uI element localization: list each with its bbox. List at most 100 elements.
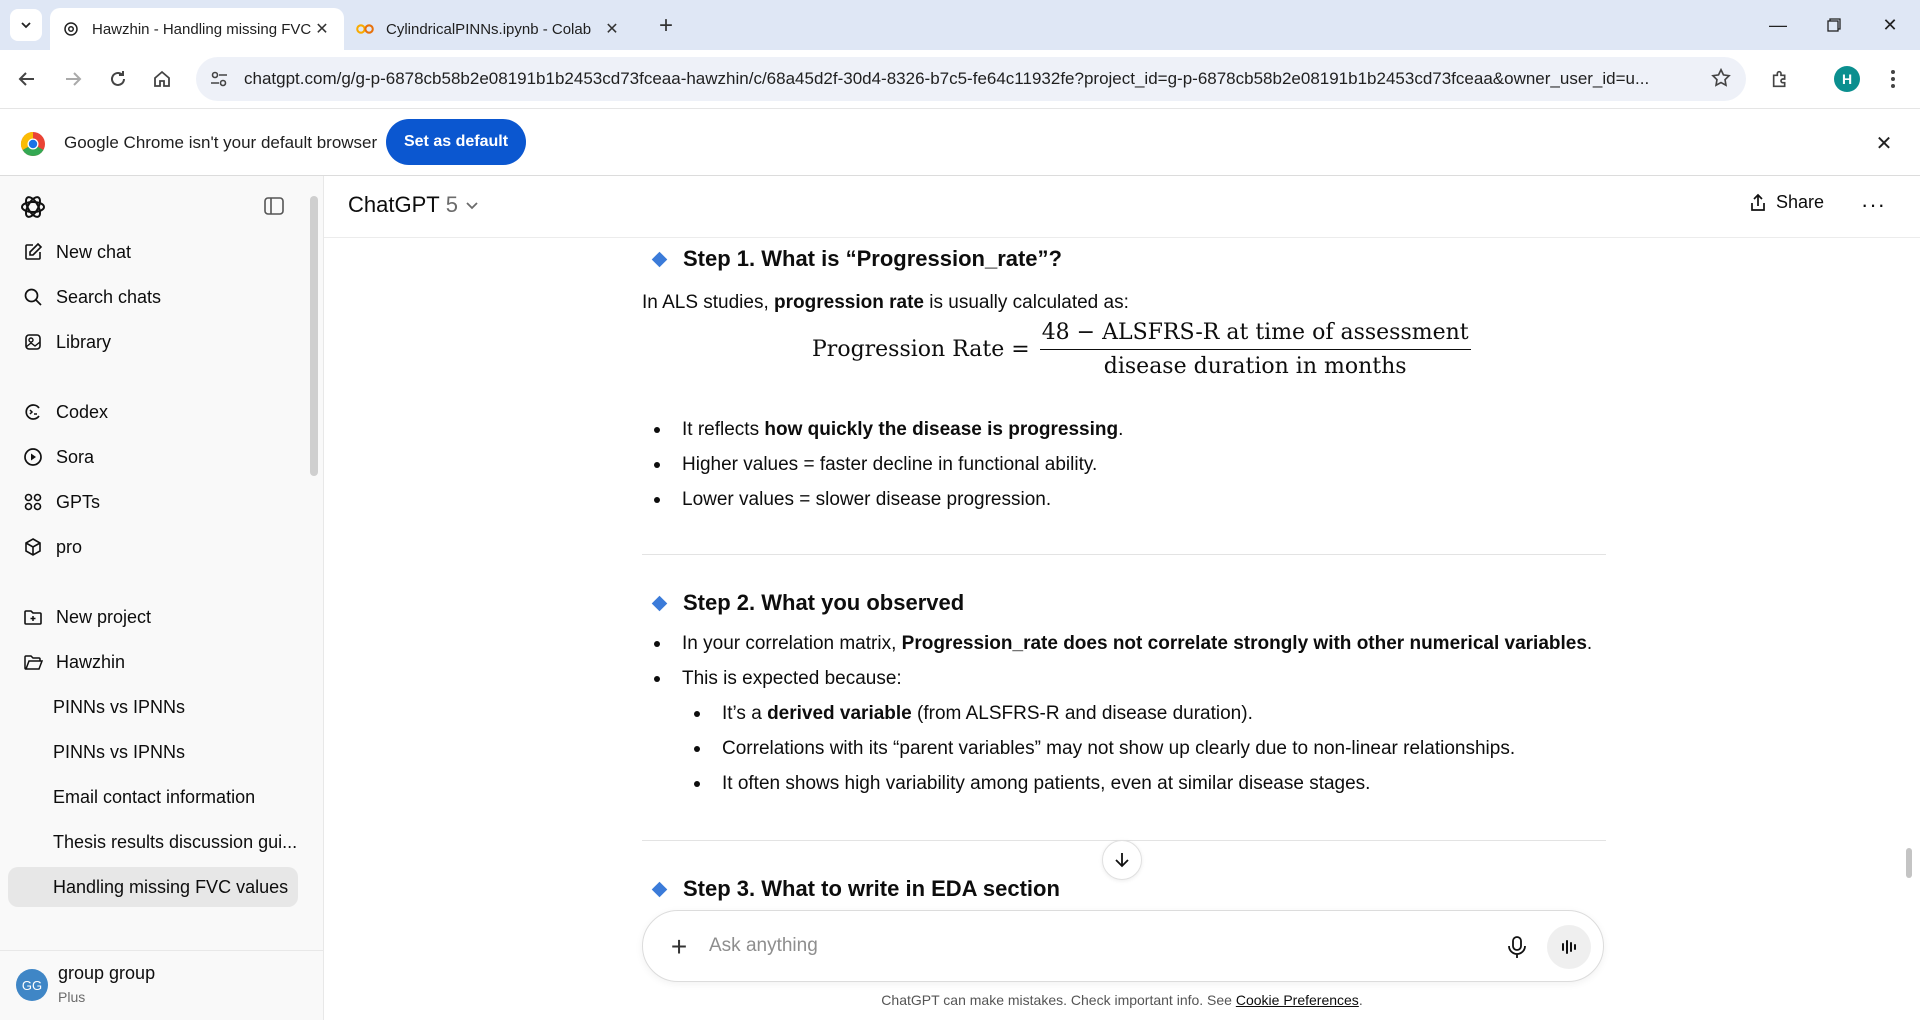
cube-icon: [22, 536, 44, 558]
diamond-bullet-icon: [651, 881, 668, 897]
list-item: It reflects how quickly the disease is p…: [642, 412, 1123, 447]
user-plan: Plus: [58, 989, 86, 1005]
close-icon[interactable]: ✕: [602, 19, 622, 39]
address-bar[interactable]: chatgpt.com/g/g-p-6878cb58b2e08191b1b245…: [196, 57, 1746, 101]
chat-item[interactable]: PINNs vs IPNNs: [8, 732, 298, 772]
extensions-button[interactable]: [1766, 64, 1796, 94]
model-selector[interactable]: ChatGPT 5: [348, 192, 480, 218]
model-version: 5: [445, 192, 458, 217]
edit-icon: [22, 241, 44, 263]
chat-item-label: Handling missing FVC values: [53, 876, 289, 897]
profile-avatar[interactable]: H: [1834, 66, 1860, 92]
sora-icon: [22, 446, 44, 468]
disclaimer-end: .: [1358, 992, 1363, 1008]
sidebar-item-search-chats[interactable]: Search chats: [8, 277, 298, 317]
sidebar-item-new-project[interactable]: New project: [8, 597, 298, 637]
list-item: Lower values = slower disease progressio…: [642, 482, 1123, 517]
chat-item[interactable]: Email contact information: [8, 777, 298, 817]
restore-icon[interactable]: [1814, 10, 1854, 40]
library-icon: [22, 331, 44, 353]
sidebar-scrollbar[interactable]: [310, 196, 318, 476]
chat-item[interactable]: Thesis results discussion gui...: [8, 822, 298, 862]
chat-item-selected[interactable]: Handling missing FVC values: [8, 867, 298, 907]
openai-logo-icon[interactable]: [18, 192, 48, 222]
list-item: It often shows high variability among pa…: [642, 766, 1592, 801]
fraction-denominator: disease duration in months: [1103, 354, 1407, 379]
infobar-message: Google Chrome isn't your default browser: [64, 133, 378, 152]
list-item: It’s a derived variable (from ALSFRS-R a…: [642, 696, 1592, 731]
arrow-left-icon: [18, 72, 34, 86]
more-options-icon[interactable]: ···: [1861, 192, 1886, 218]
sidebar-item-label: Search chats: [56, 286, 162, 307]
sidebar-toggle-icon[interactable]: [262, 194, 286, 218]
user-name: group group: [58, 963, 156, 983]
text-bold: derived variable: [767, 703, 912, 724]
sidebar-item-pro[interactable]: pro: [8, 527, 298, 567]
main-scrollbar[interactable]: [1906, 848, 1912, 878]
sidebar-item-new-chat[interactable]: New chat: [8, 232, 298, 272]
tab-colab[interactable]: CylindricalPINNs.ipynb - Colab ✕: [344, 8, 634, 50]
tab-search-button[interactable]: [10, 9, 42, 41]
math-formula: Progression Rate = 48 − ALSFRS-R at time…: [812, 320, 1471, 379]
sidebar-item-label: New chat: [56, 241, 132, 262]
sidebar-item-codex[interactable]: Codex: [8, 392, 298, 432]
home-button[interactable]: [147, 64, 177, 94]
back-button[interactable]: [12, 64, 42, 94]
sidebar-item-gpts[interactable]: GPTs: [8, 482, 298, 522]
chat-item-label: Thesis results discussion gui...: [53, 831, 298, 852]
sidebar-item-label: Codex: [56, 401, 109, 422]
new-tab-button[interactable]: +: [652, 12, 680, 40]
close-icon[interactable]: ✕: [1872, 131, 1896, 155]
codex-icon: [22, 401, 44, 423]
user-menu[interactable]: GG group group Plus: [0, 950, 323, 1020]
chrome-logo-icon: [20, 132, 45, 157]
chat-item-label: Email contact information: [53, 786, 256, 807]
avatar: GG: [16, 969, 48, 1001]
step-title: Step 3. What to write in EDA section: [683, 876, 1060, 901]
window-close-icon[interactable]: ✕: [1870, 10, 1910, 40]
browser-tab-bar: Hawzhin - Handling missing FVC ✕ Cylindr…: [0, 0, 1920, 50]
close-icon[interactable]: ✕: [312, 19, 332, 39]
paragraph: In ALS studies, progression rate is usua…: [642, 292, 1129, 314]
step-title: Step 1. What is “Progression_rate”?: [683, 246, 1062, 271]
share-button[interactable]: Share: [1748, 192, 1824, 213]
browser-menu-button[interactable]: [1878, 64, 1908, 94]
sidebar-item-library[interactable]: Library: [8, 322, 298, 362]
set-default-button[interactable]: Set as default: [386, 119, 526, 165]
prompt-input[interactable]: Ask anything: [709, 935, 818, 957]
text-bold: Progression_rate does not correlate stro…: [901, 633, 1587, 654]
text-bold: progression rate: [774, 292, 924, 313]
microphone-icon[interactable]: [1503, 933, 1531, 961]
chatgpt-icon: [62, 20, 80, 38]
text-run: (from ALSFRS-R and disease duration).: [911, 703, 1253, 724]
bookmark-star-icon[interactable]: [1710, 67, 1732, 94]
tab-chatgpt[interactable]: Hawzhin - Handling missing FVC ✕: [50, 8, 344, 50]
fraction-numerator: 48 − ALSFRS-R at time of assessment: [1039, 320, 1471, 350]
bullet-list: In your correlation matrix, Progression_…: [642, 626, 1592, 801]
text-run: .: [1586, 633, 1593, 654]
gpts-icon: [22, 491, 44, 513]
voice-mode-button[interactable]: [1547, 925, 1591, 969]
sidebar-item-hawzhin[interactable]: Hawzhin: [8, 642, 298, 682]
text-run: is usually calculated as:: [923, 292, 1129, 313]
chat-item[interactable]: PINNs vs IPNNs: [8, 687, 298, 727]
prompt-composer[interactable]: + Ask anything: [642, 910, 1604, 982]
plus-icon[interactable]: +: [665, 931, 693, 962]
site-settings-icon[interactable]: [202, 62, 236, 96]
sidebar-item-label: pro: [56, 536, 83, 557]
browser-toolbar: chatgpt.com/g/g-p-6878cb58b2e08191b1b245…: [0, 50, 1920, 108]
puzzle-icon: [1772, 70, 1786, 88]
minimize-icon[interactable]: —: [1758, 10, 1798, 40]
text-bold: how quickly the disease is progressing: [764, 419, 1119, 440]
cookie-preferences-link[interactable]: Cookie Preferences: [1236, 992, 1359, 1008]
disclaimer-text: ChatGPT can make mistakes. Check importa…: [881, 992, 1236, 1008]
folder-open-icon: [22, 651, 44, 673]
sidebar-item-sora[interactable]: Sora: [8, 437, 298, 477]
reload-button[interactable]: [103, 64, 133, 94]
chat-item-label: PINNs vs IPNNs: [53, 696, 186, 717]
text-run: It reflects: [682, 419, 765, 440]
forward-button[interactable]: [58, 64, 88, 94]
scroll-to-bottom-button[interactable]: [1102, 840, 1142, 880]
fraction: 48 − ALSFRS-R at time of assessment dise…: [1039, 320, 1471, 379]
bullet-list: It reflects how quickly the disease is p…: [642, 412, 1123, 517]
